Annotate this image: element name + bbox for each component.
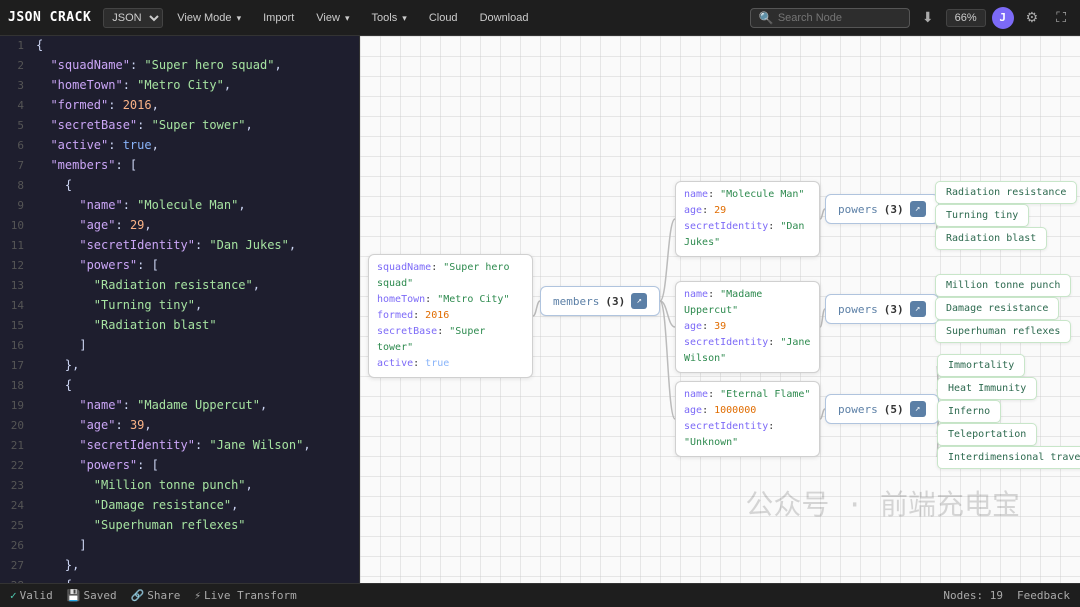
view-mode-button[interactable]: View Mode ▾ (169, 9, 249, 27)
chevron-down-icon3: ▾ (402, 13, 407, 23)
editor-line: 13 "Radiation resistance", (0, 276, 359, 296)
editor-line: 22 "powers": [ (0, 456, 359, 476)
download-button[interactable]: Download (472, 9, 537, 27)
save-icon: 💾 (67, 589, 81, 602)
editor-line: 2 "squadName": "Super hero squad", (0, 56, 359, 76)
search-box: 🔍 (750, 8, 910, 28)
valid-status: ✓ Valid (10, 589, 53, 602)
download-icon-button[interactable]: ⬇ (916, 7, 940, 28)
zoom-button[interactable]: 66% (946, 9, 986, 27)
editor-line: 4 "formed": 2016, (0, 96, 359, 116)
array-count: (5) (884, 403, 904, 416)
array-node[interactable]: powers (3) ↗ (825, 194, 939, 224)
graph-node[interactable]: name: "Madame Uppercut"age: 39secretIden… (675, 281, 820, 373)
json-editor[interactable]: 1{2 "squadName": "Super hero squad",3 "h… (0, 36, 360, 583)
settings-icon-button[interactable]: ⚙ (1020, 7, 1045, 28)
watermark: 公众号 · 前端充电宝 (745, 483, 1020, 523)
chevron-down-icon: ▾ (237, 13, 242, 23)
array-count: (3) (884, 203, 904, 216)
expand-icon[interactable]: ↗ (631, 293, 647, 309)
saved-status: 💾 Saved (67, 589, 117, 602)
leaf-node: Superhuman reflexes (935, 320, 1071, 343)
editor-line: 28 { (0, 576, 359, 583)
nodes-count: Nodes: 19 (943, 589, 1003, 602)
leaf-node: Interdimensional travel (937, 446, 1080, 469)
share-icon: 🔗 (131, 589, 145, 602)
editor-line: 9 "name": "Molecule Man", (0, 196, 359, 216)
leaf-node: Heat Immunity (937, 377, 1037, 400)
cloud-button[interactable]: Cloud (421, 9, 466, 27)
editor-line: 26 ] (0, 536, 359, 556)
view-button[interactable]: View ▾ (308, 9, 357, 27)
editor-line: 19 "name": "Madame Uppercut", (0, 396, 359, 416)
array-node[interactable]: powers (5) ↗ (825, 394, 939, 424)
leaf-node: Turning tiny (935, 204, 1029, 227)
array-label: members (553, 295, 599, 308)
topbar: JSON CRACK JSON YAML XML View Mode ▾ Imp… (0, 0, 1080, 36)
bottombar: ✓ Valid 💾 Saved 🔗 Share ⚡ Live Transform… (0, 583, 1080, 607)
expand-icon[interactable]: ↗ (910, 301, 926, 317)
avatar[interactable]: J (992, 7, 1014, 29)
leaf-node: Radiation resistance (935, 181, 1077, 204)
editor-line: 27 }, (0, 556, 359, 576)
leaf-node: Inferno (937, 400, 1001, 423)
format-select[interactable]: JSON YAML XML (103, 8, 163, 28)
search-input[interactable] (778, 12, 898, 24)
editor-line: 18 { (0, 376, 359, 396)
tools-button[interactable]: Tools ▾ (364, 9, 415, 27)
expand-icon[interactable]: ↗ (910, 401, 926, 417)
editor-line: 23 "Million tonne punch", (0, 476, 359, 496)
array-count: (3) (605, 295, 625, 308)
live-icon: ⚡ (194, 589, 201, 602)
valid-icon: ✓ (10, 589, 17, 602)
editor-line: 16 ] (0, 336, 359, 356)
live-transform-status: ⚡ Live Transform (194, 589, 296, 602)
editor-line: 3 "homeTown": "Metro City", (0, 76, 359, 96)
leaf-node: Immortality (937, 354, 1025, 377)
editor-line: 5 "secretBase": "Super tower", (0, 116, 359, 136)
array-label: powers (838, 303, 878, 316)
array-label: powers (838, 403, 878, 416)
search-icon: 🔍 (759, 11, 774, 25)
leaf-node: Million tonne punch (935, 274, 1071, 297)
editor-line: 12 "powers": [ (0, 256, 359, 276)
fullscreen-icon-button[interactable]: ⛶ (1050, 7, 1072, 28)
editor-line: 15 "Radiation blast" (0, 316, 359, 336)
editor-line: 25 "Superhuman reflexes" (0, 516, 359, 536)
editor-line: 8 { (0, 176, 359, 196)
editor-line: 7 "members": [ (0, 156, 359, 176)
array-count: (3) (884, 303, 904, 316)
array-label: powers (838, 203, 878, 216)
graph-node[interactable]: squadName: "Super hero squad"homeTown: "… (368, 254, 533, 378)
feedback-link[interactable]: Feedback (1017, 589, 1070, 602)
editor-line: 1{ (0, 36, 359, 56)
editor-line: 10 "age": 29, (0, 216, 359, 236)
leaf-node: Damage resistance (935, 297, 1059, 320)
editor-line: 21 "secretIdentity": "Jane Wilson", (0, 436, 359, 456)
editor-line: 24 "Damage resistance", (0, 496, 359, 516)
editor-line: 6 "active": true, (0, 136, 359, 156)
graph-node[interactable]: name: "Eternal Flame"age: 1000000secretI… (675, 381, 820, 457)
editor-line: 20 "age": 39, (0, 416, 359, 436)
graph-canvas[interactable]: 公众号 · 前端充电宝 squadName: "Super hero squad… (360, 36, 1080, 583)
leaf-node: Radiation blast (935, 227, 1047, 250)
leaf-node: Teleportation (937, 423, 1037, 446)
array-node[interactable]: powers (3) ↗ (825, 294, 939, 324)
import-button[interactable]: Import (255, 9, 302, 27)
share-status[interactable]: 🔗 Share (131, 589, 181, 602)
expand-icon[interactable]: ↗ (910, 201, 926, 217)
editor-line: 14 "Turning tiny", (0, 296, 359, 316)
array-node[interactable]: members (3) ↗ (540, 286, 660, 316)
brand-logo: JSON CRACK (8, 10, 91, 25)
editor-line: 11 "secretIdentity": "Dan Jukes", (0, 236, 359, 256)
chevron-down-icon2: ▾ (345, 13, 350, 23)
graph-node[interactable]: name: "Molecule Man"age: 29secretIdentit… (675, 181, 820, 257)
main-layout: 1{2 "squadName": "Super hero squad",3 "h… (0, 36, 1080, 583)
editor-line: 17 }, (0, 356, 359, 376)
